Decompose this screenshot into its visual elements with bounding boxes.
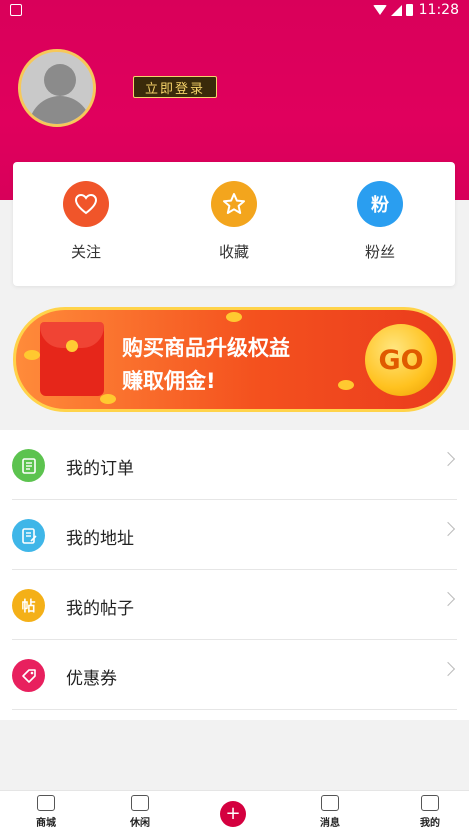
chevron-right-icon <box>440 661 456 677</box>
tab-messages-label: 消息 <box>320 818 340 829</box>
menu-item-orders-label: 我的订单 <box>66 459 134 479</box>
avatar-head <box>44 64 76 96</box>
chevron-right-icon <box>440 591 456 607</box>
chevron-right-icon <box>440 521 456 537</box>
tab-leisure[interactable]: 休闲 <box>110 795 170 829</box>
banner-text: 购买商品升级权益 赚取佣金! <box>122 332 290 398</box>
tab-bar: 商城 休闲 + 消息 我的 <box>0 790 469 835</box>
menu-item-orders[interactable]: 我的订单 <box>0 430 469 500</box>
menu-list: 我的订单 我的地址 帖 我的帖子 优惠券 <box>0 430 469 720</box>
stat-fans[interactable]: 粉 粉丝 <box>335 181 425 262</box>
envelope-seal <box>66 340 78 352</box>
menu-item-coupons-label: 优惠券 <box>66 669 117 689</box>
menu-item-coupons[interactable]: 优惠券 <box>0 640 469 710</box>
tab-messages[interactable]: 消息 <box>300 795 360 829</box>
coin-icon <box>24 350 40 360</box>
wifi-icon <box>372 5 387 15</box>
promo-banner[interactable]: 购买商品升级权益 赚取佣金! GO <box>13 307 456 412</box>
menu-item-posts[interactable]: 帖 我的帖子 <box>0 570 469 640</box>
address-icon <box>12 519 45 552</box>
message-icon <box>321 795 339 811</box>
tab-shop-label: 商城 <box>36 818 56 829</box>
banner-line1: 购买商品升级权益 <box>122 336 290 360</box>
red-envelope-icon <box>40 322 104 396</box>
video-icon <box>131 795 149 811</box>
post-icon: 帖 <box>12 589 45 622</box>
heart-icon <box>63 181 109 227</box>
divider <box>12 709 457 710</box>
login-button[interactable]: 立即登录 <box>133 76 217 98</box>
stat-follow[interactable]: 关注 <box>41 181 131 262</box>
chevron-right-icon <box>440 451 456 467</box>
coin-icon <box>338 380 354 390</box>
stats-card: 关注 收藏 粉 粉丝 <box>13 162 455 286</box>
banner-line2: 赚取佣金! <box>122 369 216 393</box>
status-bar-right: 11:28 <box>372 2 459 18</box>
tab-leisure-label: 休闲 <box>130 818 150 829</box>
stat-follow-label: 关注 <box>70 243 101 261</box>
tab-me[interactable]: 我的 <box>400 795 460 829</box>
shop-icon <box>37 795 55 811</box>
menu-item-posts-label: 我的帖子 <box>66 599 134 619</box>
battery-icon <box>405 4 413 16</box>
status-bar: 11:28 <box>0 0 469 24</box>
tab-me-label: 我的 <box>420 818 440 829</box>
fans-icon: 粉 <box>357 181 403 227</box>
coin-icon <box>226 312 242 322</box>
menu-item-address[interactable]: 我的地址 <box>0 500 469 570</box>
menu-item-address-label: 我的地址 <box>66 529 134 549</box>
notification-icon <box>10 4 22 16</box>
plus-icon[interactable]: + <box>220 801 246 827</box>
star-icon <box>211 181 257 227</box>
coupon-icon <box>12 659 45 692</box>
status-time: 11:28 <box>418 2 459 18</box>
go-button[interactable]: GO <box>365 324 437 396</box>
stat-fans-label: 粉丝 <box>364 243 395 261</box>
stat-favorites-label: 收藏 <box>218 243 249 261</box>
avatar-body <box>29 96 91 124</box>
signal-icon <box>390 4 402 16</box>
user-icon <box>421 795 439 811</box>
avatar[interactable] <box>18 49 96 127</box>
tab-shop[interactable]: 商城 <box>16 795 76 829</box>
coin-icon <box>100 394 116 404</box>
order-icon <box>12 449 45 482</box>
stat-favorites[interactable]: 收藏 <box>189 181 279 262</box>
